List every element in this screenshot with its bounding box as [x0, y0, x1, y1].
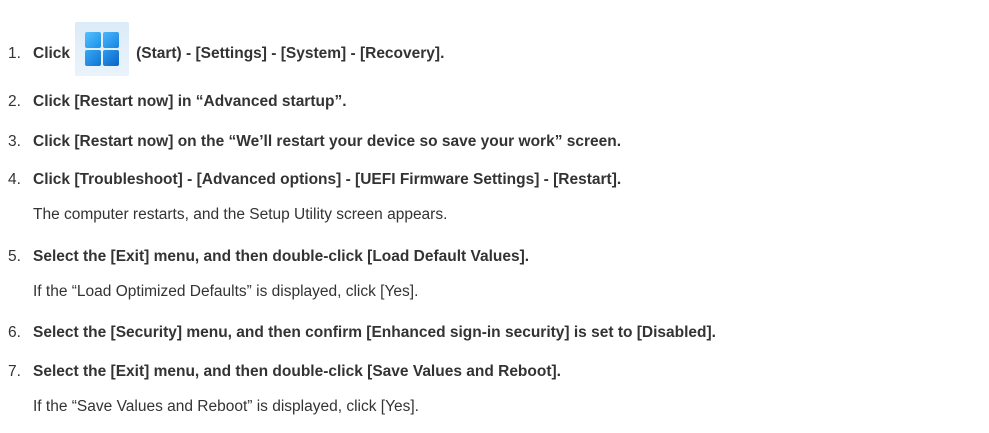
step-number: 2. — [8, 93, 21, 110]
step-text-after-icon: (Start) - [Settings] - [System] - [Recov… — [136, 45, 445, 62]
step-text: Click [Troubleshoot] - [Advanced options… — [33, 171, 622, 188]
start-icon-tile — [85, 50, 102, 66]
instruction-steps: 1. Click (Start) - [Settings] - [System] … — [0, 0, 989, 433]
step-text-before-icon: Click — [33, 45, 71, 62]
step-number: 6. — [8, 324, 21, 341]
step-7-note: If the “Save Values and Reboot” is displ… — [33, 398, 419, 415]
step-text: Select the [Exit] menu, and then double-… — [33, 363, 561, 380]
start-icon-tile — [103, 50, 120, 66]
step-4-note: The computer restarts, and the Setup Uti… — [33, 206, 448, 223]
start-icon-tile — [85, 32, 102, 48]
step-text: Select the [Security] menu, and then con… — [33, 324, 716, 341]
windows-start-icon — [75, 22, 130, 76]
step-text: Click (Start) - [Settings] - [System] - [… — [33, 22, 445, 76]
step-number: 4. — [8, 171, 21, 188]
step-number: 3. — [8, 133, 21, 150]
step-5-note: If the “Load Optimized Defaults” is disp… — [33, 283, 419, 300]
step-text: Click [Restart now] in “Advanced startup… — [33, 93, 347, 110]
step-number: 1. — [8, 45, 21, 62]
step-text: Select the [Exit] menu, and then double-… — [33, 248, 530, 265]
step-number: 7. — [8, 363, 21, 380]
step-text: Click [Restart now] on the “We’ll restar… — [33, 133, 622, 150]
step-number: 5. — [8, 248, 21, 265]
start-icon-tile — [103, 32, 120, 48]
